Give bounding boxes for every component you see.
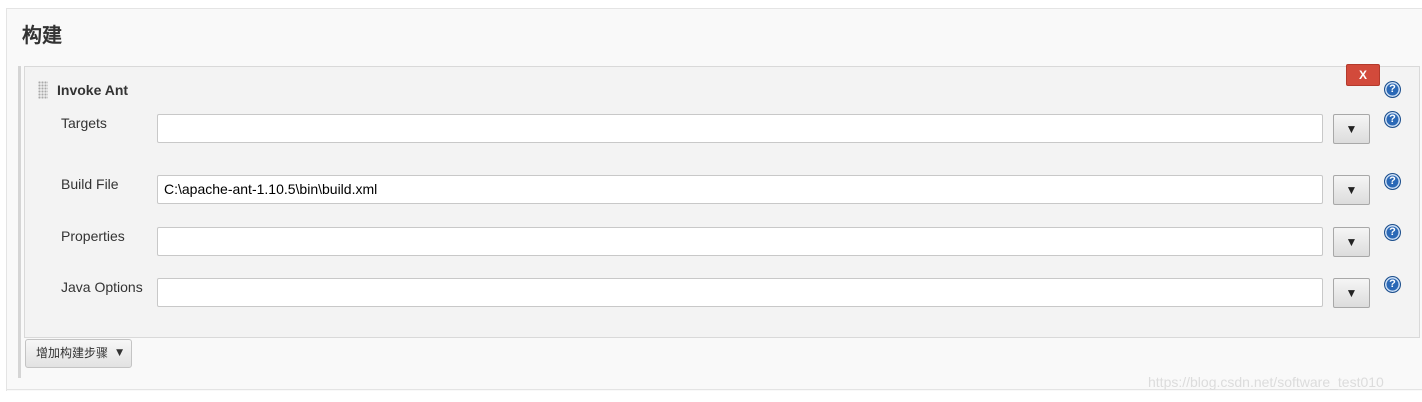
properties-input[interactable] xyxy=(157,227,1323,256)
section-left-bar xyxy=(18,66,21,378)
java-options-label: Java Options xyxy=(61,279,143,295)
targets-help-icon[interactable]: ? xyxy=(1384,111,1401,128)
java-options-help-icon[interactable]: ? xyxy=(1384,276,1401,293)
chevron-down-icon: ▼ xyxy=(116,348,123,358)
watermark: https://blog.csdn.net/software_test010 xyxy=(1148,374,1384,390)
java-options-expand-button[interactable]: ▼ xyxy=(1333,278,1370,308)
build-file-help-icon[interactable]: ? xyxy=(1384,173,1401,190)
build-file-input[interactable] xyxy=(157,175,1323,204)
build-file-label: Build File xyxy=(61,176,119,192)
delete-step-button[interactable]: X xyxy=(1346,64,1380,86)
step-title: Invoke Ant xyxy=(57,82,129,98)
java-options-input[interactable] xyxy=(157,278,1323,307)
build-section: 构建 Invoke Ant X ? Targets ▼ ? Build File… xyxy=(6,8,1422,391)
help-icon[interactable]: ? xyxy=(1384,81,1401,98)
targets-expand-button[interactable]: ▼ xyxy=(1333,114,1370,144)
build-file-expand-button[interactable]: ▼ xyxy=(1333,175,1370,205)
section-title: 构建 xyxy=(22,23,62,47)
properties-help-icon[interactable]: ? xyxy=(1384,224,1401,241)
drag-handle-icon[interactable] xyxy=(38,81,48,99)
invoke-ant-step: Invoke Ant X ? Targets ▼ ? Build File ▼ … xyxy=(24,64,1420,338)
properties-expand-button[interactable]: ▼ xyxy=(1333,227,1370,257)
add-build-step-button[interactable]: 增加构建步骤 ▼ xyxy=(25,339,132,368)
targets-input[interactable] xyxy=(157,114,1323,143)
add-build-step-label: 增加构建步骤 xyxy=(36,346,109,360)
targets-label: Targets xyxy=(61,115,107,131)
properties-label: Properties xyxy=(61,228,125,244)
